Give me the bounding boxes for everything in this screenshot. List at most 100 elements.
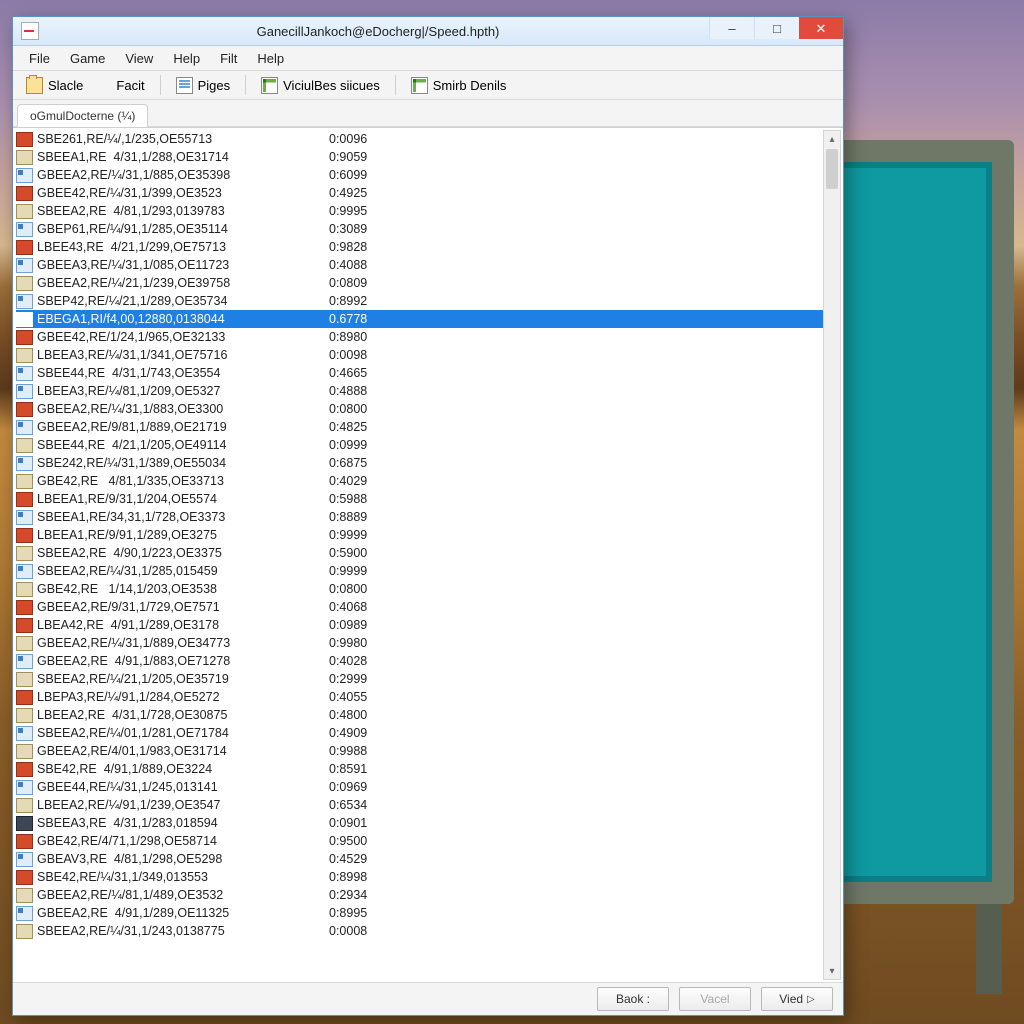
list-item[interactable]: GBEE42,RE/¼/31,1/399,OE35230:4925	[16, 184, 823, 202]
list-item[interactable]: SBEP42,RE/¼/21,1/289,OE357340:8992	[16, 292, 823, 310]
list-item[interactable]: SBEE44,RE 4/31,1/743,OE35540:4665	[16, 364, 823, 382]
list-item[interactable]: LBEEA2,RE 4/31,1/728,OE308750:4800	[16, 706, 823, 724]
list-col-value: 0:8889	[329, 510, 409, 524]
menu-file-0[interactable]: File	[19, 48, 60, 69]
file-icon	[16, 186, 33, 201]
list-item[interactable]: SBEEA3,RE 4/31,1/283,0185940:0901	[16, 814, 823, 832]
list-item[interactable]: SBEEA2,RE/¼/01,1/281,OE717840:4909	[16, 724, 823, 742]
list-col-value: 0:2999	[329, 672, 409, 686]
list-col-name: GBE42,RE 1/14,1/203,OE3538	[37, 582, 329, 596]
file-icon	[16, 762, 33, 777]
list-item[interactable]: SBEEA1,RE 4/31,1/288,OE317140:9059	[16, 148, 823, 166]
back-button[interactable]: Baok :	[597, 987, 669, 1011]
list-col-value: 0:0969	[329, 780, 409, 794]
list-col-value: 0:0800	[329, 402, 409, 416]
list-item[interactable]: SBEEA2,RE/¼/21,1/205,OE357190:2999	[16, 670, 823, 688]
scroll-thumb[interactable]	[826, 149, 838, 189]
list-col-value: 0:5988	[329, 492, 409, 506]
list-item[interactable]: SBE42,RE/¼/31,1/349,0135530:8998	[16, 868, 823, 886]
list-item[interactable]: LBEA42,RE 4/91,1/289,OE31780:0989	[16, 616, 823, 634]
file-icon	[16, 636, 33, 651]
toolbar-viciulbes-siicues[interactable]: ViciulBes siicues	[252, 74, 389, 97]
list-col-name: LBEEA3,RE/¼/31,1/341,OE75716	[37, 348, 329, 362]
cancel-button[interactable]: Vacel	[679, 987, 751, 1011]
bottom-bar: Baok : Vacel Vied ▷	[13, 982, 843, 1015]
list-item[interactable]: SBE42,RE 4/91,1/889,OE32240:8591	[16, 760, 823, 778]
list-item[interactable]: GBEEA2,RE/9/81,1/889,OE217190:4825	[16, 418, 823, 436]
menu-game-1[interactable]: Game	[60, 48, 115, 69]
list-item[interactable]: LBEEA1,RE/9/91,1/289,OE32750:9999	[16, 526, 823, 544]
file-icon	[16, 870, 33, 885]
scroll-up-arrow-icon[interactable]: ▴	[824, 131, 840, 147]
list-item[interactable]: GBEEA2,RE 4/91,1/883,OE712780:4028	[16, 652, 823, 670]
list-item[interactable]: GBEEA2,RE/¼/81,1/489,OE35320:2934	[16, 886, 823, 904]
list-item[interactable]: GBEEA2,RE/¼/31,1/885,OE353980:6099	[16, 166, 823, 184]
file-icon	[16, 258, 33, 273]
toolbar-facit[interactable]: Facit	[96, 75, 153, 96]
list-item[interactable]: LBEEA3,RE/¼/81,1/209,OE53270:4888	[16, 382, 823, 400]
list-item[interactable]: GBEEA3,RE/¼/31,1/085,OE117230:4088	[16, 256, 823, 274]
list-item[interactable]: GBEEA2,RE/¼/31,1/889,OE347730:9980	[16, 634, 823, 652]
menubar: FileGameViewHelpFiltHelp	[13, 46, 843, 71]
list-item[interactable]: GBEEA2,RE/¼/21,1/239,OE397580:0809	[16, 274, 823, 292]
list-col-value: 0:4055	[329, 690, 409, 704]
list-item[interactable]: GBEEA2,RE/9/31,1/729,OE75710:4068	[16, 598, 823, 616]
vertical-scrollbar[interactable]: ▴ ▾	[823, 130, 841, 980]
list-item[interactable]: EBEGA1,RI/f4,00,12880,01380440.6778	[16, 310, 823, 328]
toolbar-slacle[interactable]: Slacle	[17, 74, 92, 97]
file-icon	[16, 240, 33, 255]
titlebar[interactable]: GanecillJankoch@eDocherg|/Speed.hpth) – …	[13, 17, 843, 46]
menu-help-3[interactable]: Help	[163, 48, 210, 69]
list-item[interactable]: LBEE43,RE 4/21,1/299,OE757130:9828	[16, 238, 823, 256]
menu-help-5[interactable]: Help	[247, 48, 294, 69]
list-item[interactable]: GBE42,RE 1/14,1/203,OE35380:0800	[16, 580, 823, 598]
list-col-value: 0:0999	[329, 438, 409, 452]
app-icon	[21, 22, 39, 40]
list-item[interactable]: GBEP61,RE/¼/91,1/285,OE351140:3089	[16, 220, 823, 238]
list-item[interactable]: SBEEA2,RE/¼/31,1/243,01387750:0008	[16, 922, 823, 940]
menu-filt-4[interactable]: Filt	[210, 48, 247, 69]
minimize-button[interactable]: –	[709, 17, 754, 39]
list-item[interactable]: SBEEA2,RE 4/90,1/223,OE33750:5900	[16, 544, 823, 562]
grid-icon	[261, 77, 278, 94]
list-item[interactable]: SBEEA2,RE 4/81,1/293,01397830:9995	[16, 202, 823, 220]
list-col-name: SBEEA2,RE/¼/21,1/205,OE35719	[37, 672, 329, 686]
list-item[interactable]: SBEEA1,RE/34,31,1/728,OE33730:8889	[16, 508, 823, 526]
file-icon	[16, 726, 33, 741]
close-button[interactable]: ✕	[799, 17, 843, 39]
next-button[interactable]: Vied ▷	[761, 987, 833, 1011]
toolbar-piges[interactable]: Piges	[167, 74, 240, 97]
window-title: GanecillJankoch@eDocherg|/Speed.hpth)	[47, 24, 709, 39]
list-item[interactable]: LBEEA3,RE/¼/31,1/341,OE757160:0098	[16, 346, 823, 364]
maximize-button[interactable]: □	[754, 17, 799, 39]
list-item[interactable]: GBE42,RE/4/71,1/298,OE587140:9500	[16, 832, 823, 850]
list-item[interactable]: SBE242,RE/¼/31,1/389,OE550340:6875	[16, 454, 823, 472]
list-item[interactable]: LBEEA2,RE/¼/91,1/239,OE35470:6534	[16, 796, 823, 814]
file-list[interactable]: SBE261,RE/¼/,1/235,OE557130:0096SBEEA1,R…	[16, 130, 823, 980]
list-col-name: LBEEA2,RE 4/31,1/728,OE30875	[37, 708, 329, 722]
toolbar-smirb-denils[interactable]: Smirb Denils	[402, 74, 516, 97]
list-item[interactable]: LBEPA3,RE/¼/91,1/284,OE52720:4055	[16, 688, 823, 706]
list-item[interactable]: GBEEA2,RE/¼/31,1/883,OE33000:0800	[16, 400, 823, 418]
list-item[interactable]: SBE261,RE/¼/,1/235,OE557130:0096	[16, 130, 823, 148]
file-icon	[16, 222, 33, 237]
list-item[interactable]: LBEEA1,RE/9/31,1/204,OE55740:5988	[16, 490, 823, 508]
page-icon	[176, 77, 193, 94]
list-item[interactable]: GBE42,RE 4/81,1/335,OE337130:4029	[16, 472, 823, 490]
list-item[interactable]: SBEEA2,RE/¼/31,1/285,0154590:9999	[16, 562, 823, 580]
close-icon: ✕	[816, 22, 827, 35]
list-item[interactable]: GBEEA2,RE 4/91,1/289,OE113250:8995	[16, 904, 823, 922]
list-col-name: SBEEA2,RE 4/81,1/293,0139783	[37, 204, 329, 218]
list-item[interactable]: GBEEA2,RE/4/01,1/983,OE317140:9988	[16, 742, 823, 760]
list-item[interactable]: GBEAV3,RE 4/81,1/298,OE52980:4529	[16, 850, 823, 868]
list-item[interactable]: GBEE42,RE/1/24,1/965,OE321330:8980	[16, 328, 823, 346]
list-col-name: GBEE44,RE/¼/31,1/245,013141	[37, 780, 329, 794]
list-item[interactable]: SBEE44,RE 4/21,1/205,OE491140:0999	[16, 436, 823, 454]
tab-document[interactable]: oGmulDocterne (¼)	[17, 104, 148, 127]
menu-view-2[interactable]: View	[115, 48, 163, 69]
list-item[interactable]: GBEE44,RE/¼/31,1/245,0131410:0969	[16, 778, 823, 796]
scroll-down-arrow-icon[interactable]: ▾	[824, 963, 840, 979]
file-icon	[16, 492, 33, 507]
list-col-value: 0:8998	[329, 870, 409, 884]
file-icon	[16, 600, 33, 615]
